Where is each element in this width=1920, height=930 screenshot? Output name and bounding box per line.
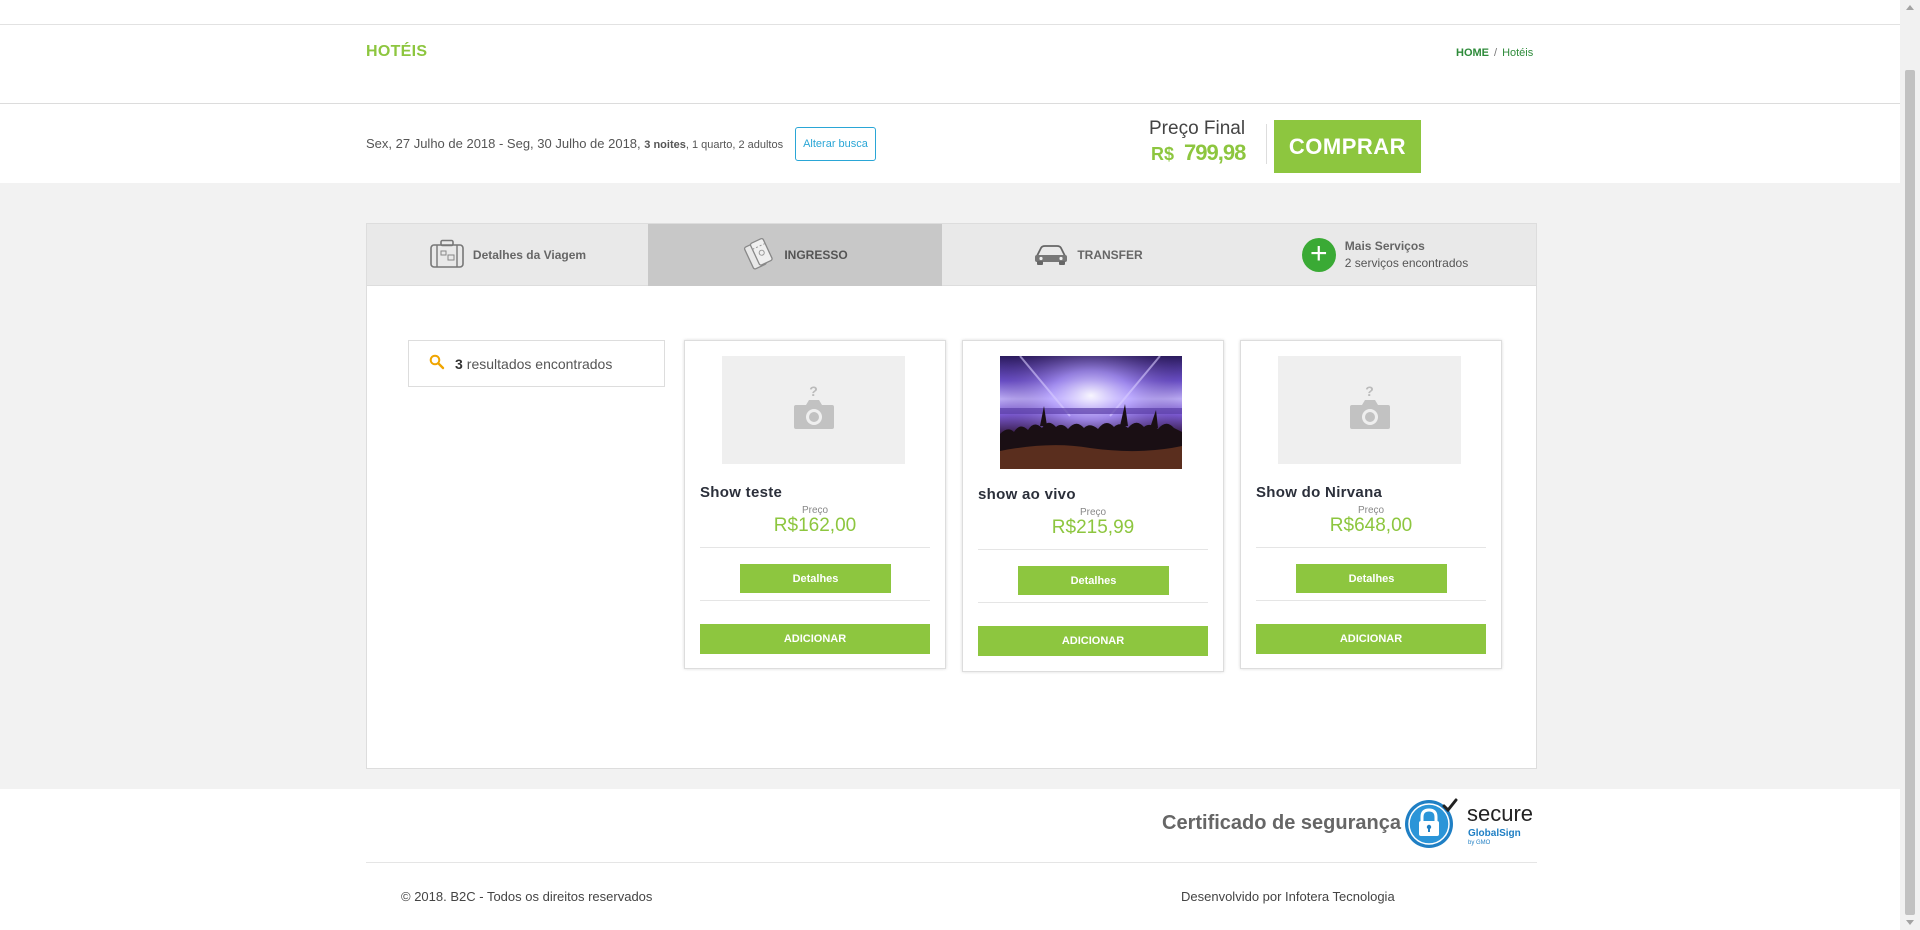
card-title[interactable]: Show do Nirvana: [1256, 484, 1382, 501]
globalsign-seal[interactable]: secure GlobalSign by GMO: [1404, 797, 1540, 851]
details-button[interactable]: Detalhes: [1018, 566, 1169, 595]
footer-divider: [366, 862, 1537, 863]
price-divider: [1266, 124, 1267, 164]
trip-dates: Sex, 27 Julho de 2018 - Seg, 30 Julho de…: [366, 136, 641, 151]
ticket-card: ? Show do Nirvana Preço R$648,00 Detalhe…: [1240, 340, 1502, 669]
concert-photo: [1000, 356, 1182, 469]
final-price-value: R$ 799,98: [1151, 140, 1246, 166]
tab-more-services-count: 2 serviços encontrados: [1344, 256, 1469, 270]
card-title[interactable]: Show teste: [700, 484, 782, 501]
top-divider: [0, 24, 1900, 25]
service-tabs: Detalhes da Viagem INGRESSO TRANSFER + M…: [367, 224, 1536, 286]
tab-ticket-label: INGRESSO: [784, 248, 848, 262]
results-count: 3: [455, 355, 463, 372]
card-divider: [700, 547, 930, 548]
car-icon: [1033, 242, 1069, 269]
page: HOTÉIS HOME / Hotéis Sex, 27 Julho de 2018…: [0, 0, 1900, 930]
scroll-down-arrow-icon[interactable]: [1906, 920, 1914, 925]
card-divider: [978, 602, 1208, 603]
card-divider: [1256, 547, 1486, 548]
card-divider: [978, 549, 1208, 550]
add-button[interactable]: ADICIONAR: [978, 626, 1208, 656]
vertical-scrollbar[interactable]: [1900, 0, 1920, 930]
trip-rooms-guests: , 1 quarto, 2 adultos: [685, 139, 784, 151]
image-placeholder: ?: [722, 356, 905, 464]
camera-icon: [792, 397, 836, 436]
breadcrumb-home-link[interactable]: HOME: [1456, 47, 1489, 59]
buy-button[interactable]: COMPRAR: [1274, 120, 1421, 173]
question-mark-icon: ?: [809, 382, 818, 399]
search-icon: [429, 354, 445, 373]
details-button[interactable]: Detalhes: [1296, 564, 1447, 593]
alter-search-button[interactable]: Alterar busca: [795, 127, 876, 161]
details-button[interactable]: Detalhes: [740, 564, 891, 593]
tab-transfer[interactable]: TRANSFER: [942, 224, 1234, 286]
tab-ticket[interactable]: INGRESSO: [648, 224, 942, 286]
page-title: HOTÉIS: [366, 43, 428, 60]
results-text: resultados encontrados: [466, 355, 613, 372]
seal-brand-text: GlobalSign: [1468, 828, 1521, 839]
add-button[interactable]: ADICIONAR: [700, 624, 930, 654]
tab-more-services[interactable]: + Mais Serviços 2 serviços encontrados: [1234, 224, 1536, 286]
camera-icon: [1348, 397, 1392, 436]
seal-secure-text: secure: [1467, 801, 1534, 826]
scroll-up-arrow-icon[interactable]: [1906, 5, 1914, 10]
developer-credit[interactable]: Desenvolvido por Infotera Tecnologia: [1181, 889, 1395, 904]
ticket-icon: [742, 237, 776, 274]
search-summary-bar: [0, 103, 1900, 183]
suitcase-icon: [429, 239, 465, 272]
trip-summary: Sex, 27 Julho de 2018 - Seg, 30 Julho de…: [366, 136, 783, 151]
results-count-box: 3 resultados encontrados: [408, 340, 665, 387]
price-value: R$648,00: [1329, 515, 1413, 536]
card-title[interactable]: show ao vivo: [978, 486, 1076, 503]
services-panel: Detalhes da Viagem INGRESSO TRANSFER + M…: [366, 223, 1537, 769]
trip-nights: 3 noites: [644, 139, 686, 151]
seal-sub-text: by GMO: [1468, 840, 1491, 846]
ticket-card: show ao vivo Preço R$215,99 Detalhes ADI…: [962, 340, 1224, 672]
price-value: R$215,99: [1051, 517, 1135, 538]
plus-icon: +: [1301, 238, 1336, 272]
breadcrumb-current[interactable]: Hotéis: [1502, 47, 1533, 59]
tab-transfer-label: TRANSFER: [1077, 248, 1143, 262]
image-placeholder: ?: [1278, 356, 1461, 464]
tab-trip-details[interactable]: Detalhes da Viagem: [367, 224, 648, 286]
price-value: R$162,00: [773, 515, 857, 536]
breadcrumb: HOME / Hotéis: [1456, 47, 1533, 59]
ticket-card: ? Show teste Preço R$162,00 Detalhes ADI…: [684, 340, 946, 669]
card-divider: [700, 600, 930, 601]
final-price-currency: R$: [1151, 144, 1175, 164]
copyright-text: © 2018. B2C - Todos os direitos reservad…: [401, 889, 653, 904]
breadcrumb-separator: /: [1494, 47, 1498, 59]
scroll-thumb[interactable]: [1905, 70, 1915, 915]
final-price-label: Preço Final: [1149, 118, 1246, 139]
question-mark-icon: ?: [1365, 382, 1374, 399]
add-button[interactable]: ADICIONAR: [1256, 624, 1486, 654]
security-certificate-label: Certificado de segurança: [1162, 812, 1401, 834]
final-price-amount: 799,98: [1184, 140, 1246, 165]
card-divider: [1256, 600, 1486, 601]
tab-more-services-label: Mais Serviços: [1344, 239, 1425, 253]
tab-trip-details-label: Detalhes da Viagem: [472, 248, 587, 262]
